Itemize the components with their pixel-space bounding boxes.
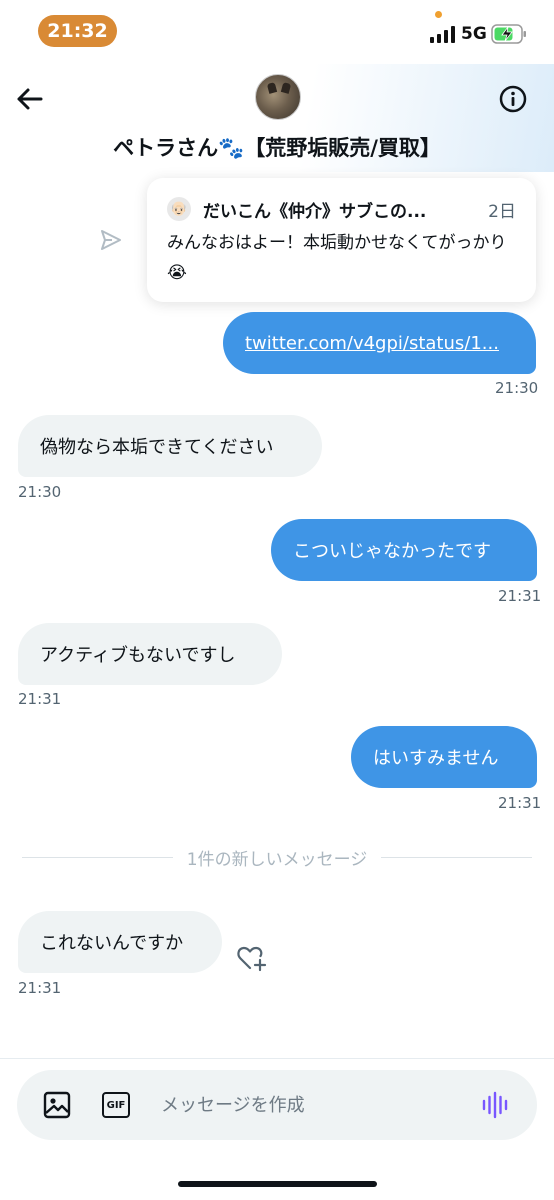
gif-icon[interactable]: GIF bbox=[102, 1092, 130, 1118]
divider-line bbox=[381, 857, 533, 858]
message-text: こついじゃなかったです bbox=[293, 541, 491, 562]
signal-icon bbox=[430, 26, 455, 43]
message-bubble-received[interactable]: これないんですか bbox=[18, 911, 222, 973]
info-icon[interactable] bbox=[498, 84, 528, 114]
tweet-header: 👴🏻 だいこん《仲介》サブこの... 2日 bbox=[167, 194, 516, 224]
message-timestamp: 21:31 bbox=[18, 979, 62, 997]
status-bar: 21:32 5G bbox=[0, 0, 554, 64]
message-input[interactable] bbox=[161, 1086, 461, 1124]
message-timestamp: 21:31 bbox=[498, 587, 542, 605]
message-timestamp: 21:30 bbox=[18, 483, 62, 501]
message-bubble-received[interactable]: 偽物なら本垢できてください bbox=[18, 415, 322, 477]
contact-avatar[interactable] bbox=[255, 74, 301, 120]
network-type: 5G bbox=[461, 24, 487, 44]
new-messages-divider: 1件の新しいメッセージ bbox=[22, 845, 533, 870]
message-text: はいすみません bbox=[373, 748, 499, 769]
conversation-header: ペトラさん🐾【荒野垢販売/買取】 bbox=[0, 64, 554, 172]
message-timestamp: 21:31 bbox=[18, 690, 62, 708]
avatar-ear bbox=[280, 82, 292, 94]
home-indicator[interactable] bbox=[178, 1181, 377, 1187]
voice-wave-icon[interactable] bbox=[481, 1091, 511, 1119]
shared-tweet-card[interactable]: 👴🏻 だいこん《仲介》サブこの... 2日 みんなおはよー！本垢動かせなくてがっ… bbox=[147, 178, 536, 302]
share-icon bbox=[101, 230, 121, 250]
mic-indicator-dot bbox=[435, 11, 442, 18]
tweet-text: みんなおはよー！本垢動かせなくてがっかり😭 bbox=[167, 233, 507, 283]
message-timestamp: 21:31 bbox=[498, 794, 542, 812]
tweet-author-avatar: 👴🏻 bbox=[167, 197, 191, 221]
message-text: アクティブもないですし bbox=[40, 645, 236, 666]
message-composer: GIF bbox=[17, 1070, 537, 1140]
new-messages-label: 1件の新しいメッセージ bbox=[186, 850, 368, 870]
divider-line bbox=[22, 857, 173, 858]
heart-plus-icon[interactable] bbox=[236, 943, 268, 973]
gif-label: GIF bbox=[106, 1099, 126, 1111]
battery-charging-icon bbox=[491, 24, 526, 44]
message-timestamp: 21:30 bbox=[495, 379, 539, 397]
message-bubble-sent[interactable]: twitter.com/v4gpi/status/1... bbox=[223, 312, 536, 374]
message-text: 偽物なら本垢できてください bbox=[40, 437, 274, 458]
message-bubble-sent[interactable]: はいすみません bbox=[351, 726, 537, 788]
message-bubble-received[interactable]: アクティブもないですし bbox=[18, 623, 282, 685]
tweet-author-name: だいこん《仲介》サブこの... bbox=[203, 201, 427, 222]
image-icon[interactable] bbox=[43, 1091, 71, 1119]
contact-name-title[interactable]: ペトラさん🐾【荒野垢販売/買取】 bbox=[0, 132, 554, 162]
composer-divider bbox=[0, 1058, 554, 1059]
tweet-age: 2日 bbox=[488, 201, 516, 222]
back-arrow-icon[interactable] bbox=[14, 84, 44, 114]
status-time: 21:32 bbox=[38, 15, 117, 47]
message-link[interactable]: twitter.com/v4gpi/status/1... bbox=[245, 333, 499, 354]
avatar-ear bbox=[266, 82, 278, 94]
message-text: これないんですか bbox=[40, 933, 184, 954]
message-bubble-sent[interactable]: こついじゃなかったです bbox=[271, 519, 537, 581]
